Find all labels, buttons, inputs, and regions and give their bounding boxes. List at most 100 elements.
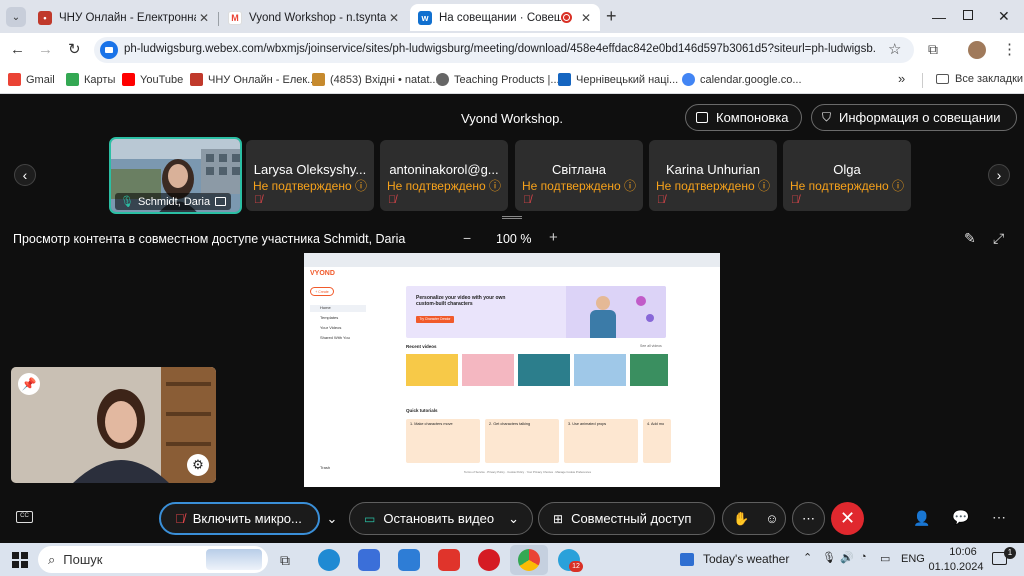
bookmark-star-icon[interactable]: ☆ bbox=[888, 40, 901, 58]
all-bookmarks[interactable]: Все закладки bbox=[936, 73, 1023, 85]
windows-start-icon[interactable] bbox=[12, 552, 28, 568]
browser-tab-3-active[interactable]: w На совещании · Совещань ✕ bbox=[410, 4, 600, 31]
leave-meeting-button[interactable]: ✕ bbox=[831, 502, 864, 535]
battery-icon[interactable]: ▭ bbox=[880, 552, 890, 565]
wps-icon[interactable] bbox=[438, 549, 460, 571]
participant-name: Olga bbox=[833, 162, 861, 177]
video-thumb bbox=[630, 354, 668, 386]
mail-icon bbox=[312, 73, 325, 86]
browser-tab-2[interactable]: M Vyond Workshop - n.tsyntar@c ✕ bbox=[220, 4, 408, 31]
browser-menu-icon[interactable]: ⋮ bbox=[1002, 40, 1017, 58]
chnu-favicon-icon: • bbox=[38, 10, 52, 25]
browser-tab-1[interactable]: • ЧНУ Онлайн - Електронна пош ✕ bbox=[30, 4, 218, 31]
tray-overflow-icon[interactable]: ⌃ bbox=[803, 551, 812, 564]
bookmark-youtube[interactable]: YouTube bbox=[122, 73, 183, 86]
extensions-icon[interactable]: ⧉ bbox=[928, 41, 938, 58]
bookmark-gmail[interactable]: Gmail bbox=[8, 73, 55, 86]
more-panels-icon[interactable]: ⋯ bbox=[992, 509, 1006, 526]
mic-muted-icon: 🎙̸ bbox=[523, 194, 532, 206]
clock-time[interactable]: 10:06 bbox=[940, 546, 986, 558]
tutorial-card: 4. Add mo bbox=[643, 419, 671, 463]
chat-icon[interactable]: 💬 bbox=[952, 509, 969, 526]
raise-hand-button[interactable]: ✋ ☺ bbox=[722, 502, 786, 535]
zoom-in-button[interactable]: + bbox=[549, 229, 558, 246]
next-participants-button[interactable]: › bbox=[988, 164, 1010, 186]
restore-icon[interactable] bbox=[963, 10, 973, 20]
bookmark-calendar[interactable]: calendar.google.co... bbox=[682, 73, 802, 86]
bookmark-label: calendar.google.co... bbox=[700, 73, 802, 86]
chevron-down-icon: ⌄ bbox=[326, 510, 338, 526]
close-icon[interactable]: ✕ bbox=[578, 11, 594, 25]
language-indicator[interactable]: ENG bbox=[901, 553, 925, 565]
close-icon[interactable]: ✕ bbox=[386, 11, 402, 25]
meeting-info-label: Информация о совещании bbox=[839, 110, 1001, 125]
webex-site-icon[interactable] bbox=[100, 41, 118, 59]
chrome-taskbar-item[interactable] bbox=[510, 545, 548, 575]
vyond-nav-videos: Your Videos bbox=[320, 325, 342, 330]
hand-icon: ✋ bbox=[733, 510, 750, 526]
participant-tile[interactable]: Larysa Oleksyshy... Не подтверждено ⓘ 🎙̸ bbox=[246, 140, 374, 211]
task-view-icon[interactable]: ⧉ bbox=[280, 552, 290, 569]
back-icon[interactable]: ← bbox=[10, 41, 25, 58]
layout-button[interactable]: Компоновка bbox=[685, 104, 802, 131]
url-text[interactable]: ph-ludwigsburg.webex.com/wbxmjs/joinserv… bbox=[124, 43, 876, 55]
self-view-floating[interactable]: 📌 ⚙ bbox=[11, 367, 216, 483]
bookmark-label: Карты bbox=[84, 73, 116, 86]
meeting-info-button[interactable]: ⛉ Информация о совещании bbox=[811, 104, 1017, 131]
participant-tile[interactable]: Olga Не подтверждено ⓘ 🎙̸ bbox=[783, 140, 911, 211]
edge-icon[interactable] bbox=[318, 549, 340, 571]
bookmark-teaching[interactable]: Teaching Products |... bbox=[436, 73, 560, 86]
browser-tab-bar: ⌄ • ЧНУ Онлайн - Електронна пош ✕ M Vyon… bbox=[0, 0, 1024, 33]
participant-tile[interactable]: Karina Unhurian Не подтверждено ⓘ 🎙̸ bbox=[649, 140, 777, 211]
store-icon[interactable] bbox=[358, 549, 380, 571]
mic-tray-icon[interactable]: 🎙 bbox=[822, 551, 836, 564]
participant-tile[interactable]: antoninakorol@g... Не подтверждено ⓘ 🎙̸ bbox=[380, 140, 508, 211]
weather-widget[interactable]: Today's weather bbox=[680, 552, 789, 566]
tutorial-card: 3. Use animated props bbox=[564, 419, 638, 463]
mail-icon[interactable] bbox=[398, 549, 420, 571]
participant-tile[interactable]: Світлана Не подтверждено ⓘ 🎙̸ bbox=[515, 140, 643, 211]
prev-participants-button[interactable]: ‹ bbox=[14, 164, 36, 186]
zoom-out-button[interactable]: − bbox=[463, 230, 471, 246]
forward-icon[interactable]: → bbox=[38, 41, 53, 58]
info-icon: ⓘ bbox=[892, 179, 905, 193]
settings-gear-button[interactable]: ⚙ bbox=[187, 454, 209, 476]
new-tab-button[interactable]: + bbox=[606, 6, 617, 27]
participant-name: Larysa Oleksyshy... bbox=[253, 162, 367, 177]
captions-icon[interactable]: CC bbox=[16, 511, 33, 523]
annotate-icon[interactable]: ✎ bbox=[964, 230, 976, 247]
unmute-button[interactable]: 🎙̸ Включить микро... bbox=[159, 502, 320, 535]
stop-video-button[interactable]: ▭ Остановить видео ⌄ bbox=[349, 502, 533, 535]
resize-handle[interactable] bbox=[502, 216, 522, 219]
pin-button[interactable]: 📌 bbox=[18, 373, 40, 395]
bookmark-maps[interactable]: Карты bbox=[66, 73, 115, 86]
info-icon: ⓘ bbox=[624, 179, 637, 193]
audio-options-button[interactable]: ⌄ bbox=[321, 502, 343, 535]
bookmarks-overflow[interactable]: » bbox=[898, 71, 905, 86]
fullscreen-icon[interactable]: ⤢ bbox=[993, 230, 1004, 247]
opera-icon[interactable] bbox=[478, 549, 500, 571]
participants-icon[interactable]: 👤 bbox=[913, 510, 930, 527]
close-icon[interactable]: ✕ bbox=[196, 11, 212, 25]
clock-date[interactable]: 01.10.2024 bbox=[926, 561, 986, 573]
profile-avatar[interactable] bbox=[968, 41, 986, 59]
chrome-icon bbox=[518, 549, 540, 571]
close-window-icon[interactable]: ✕ bbox=[998, 8, 1010, 25]
mic-muted-icon: 🎙̸ bbox=[254, 194, 263, 206]
vyond-nav-shared: Shared With You bbox=[320, 335, 350, 340]
network-icon[interactable]: ◔ bbox=[860, 551, 867, 563]
self-name-label: 🎙 Schmidt, Daria bbox=[115, 193, 232, 210]
omnibox[interactable]: ph-ludwigsburg.webex.com/wbxmjs/joinserv… bbox=[94, 37, 914, 63]
share-button[interactable]: ⊞ Совместный доступ bbox=[538, 502, 715, 535]
minimize-icon[interactable]: — bbox=[932, 9, 946, 25]
windows-taskbar: ⌕ Пошук ⧉ 12 Today's weather ⌃ 🎙 🔊 ◔ ▭ E… bbox=[0, 543, 1024, 576]
taskbar-search[interactable]: ⌕ Пошук bbox=[38, 546, 268, 573]
self-video-tile[interactable]: 🎙 Schmidt, Daria bbox=[109, 137, 242, 214]
bookmark-chnu[interactable]: ЧНУ Онлайн - Елек... bbox=[190, 73, 316, 86]
reload-icon[interactable]: ↻ bbox=[68, 40, 81, 58]
volume-icon[interactable]: 🔊 bbox=[840, 551, 854, 564]
bookmark-chernivtsi[interactable]: Чернівецький наці... bbox=[558, 73, 678, 86]
tab-search-button[interactable]: ⌄ bbox=[6, 7, 26, 27]
more-options-button[interactable]: ⋯ bbox=[792, 502, 825, 535]
bookmark-inbox[interactable]: (4853) Вхідні • natat... bbox=[312, 73, 439, 86]
